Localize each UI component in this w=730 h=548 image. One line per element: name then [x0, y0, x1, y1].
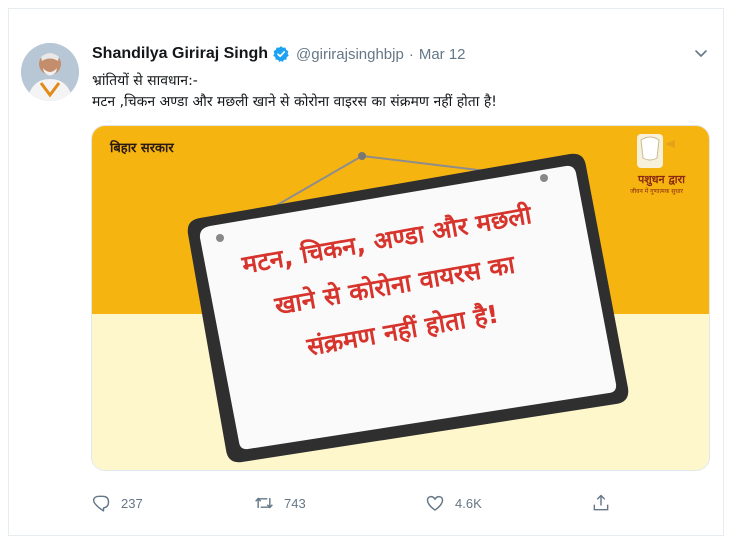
display-name[interactable]: Shandilya Giriraj Singh — [92, 45, 268, 63]
avatar-image — [21, 43, 79, 101]
tweet-date[interactable]: Mar 12 — [419, 46, 466, 63]
tweet-header: Shandilya Giriraj Singh @girirajsinghbjp… — [92, 43, 466, 65]
reply-count: 237 — [121, 495, 143, 511]
reply-button[interactable]: 237 — [91, 493, 143, 513]
tweet-media-image[interactable]: बिहार सरकार पशुधन द्वारा जीवन में गुणात्… — [91, 125, 710, 471]
chevron-down-icon[interactable] — [693, 45, 709, 61]
tweet-card[interactable]: Shandilya Giriraj Singh @girirajsinghbjp… — [8, 8, 724, 536]
retweet-count: 743 — [284, 495, 306, 511]
tweet-text-line: मटन ,चिकन अण्डा और मछली खाने से कोरोना व… — [92, 94, 497, 110]
avatar[interactable] — [21, 43, 79, 101]
like-count: 4.6K — [455, 495, 482, 511]
user-handle[interactable]: @girirajsinghbjp — [296, 46, 404, 63]
tweet-actions: 237 743 4.6K — [91, 493, 651, 521]
like-button[interactable]: 4.6K — [425, 493, 482, 513]
share-icon — [593, 494, 609, 511]
share-button[interactable] — [591, 493, 621, 513]
tweet-text: भ्रांतियों से सावधान:- मटन ,चिकन अण्डा औ… — [92, 71, 712, 113]
retweet-button[interactable]: 743 — [254, 493, 306, 513]
verified-badge-icon — [273, 46, 289, 62]
tweet-text-line: भ्रांतियों से सावधान:- — [92, 73, 198, 89]
reply-icon — [92, 495, 110, 512]
retweet-icon — [255, 497, 273, 509]
separator-dot: · — [408, 45, 414, 63]
heart-icon — [426, 495, 444, 511]
